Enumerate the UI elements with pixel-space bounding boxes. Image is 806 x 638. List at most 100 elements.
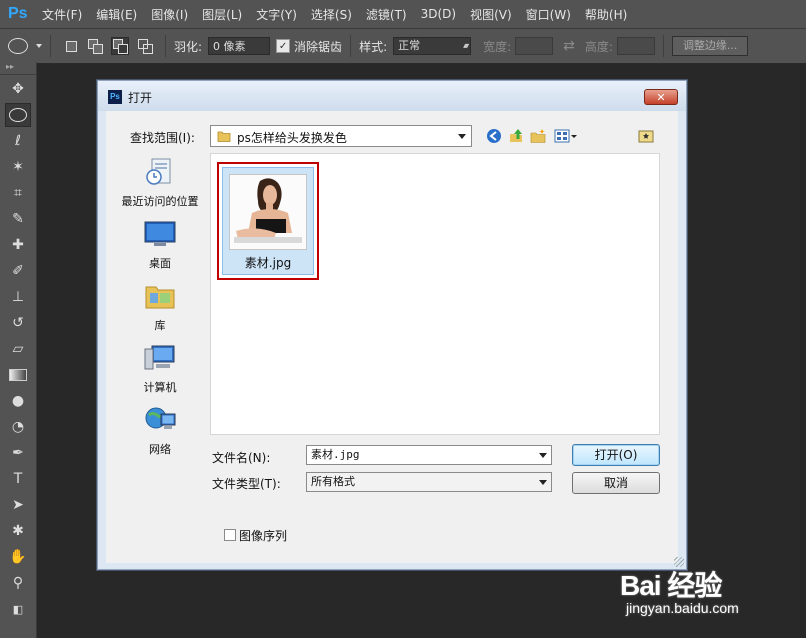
- dialog-close-button[interactable]: ✕: [644, 89, 678, 105]
- portrait-thumbnail-image: [230, 175, 306, 249]
- view-menu-icon[interactable]: [554, 128, 578, 144]
- antialias-label: 消除锯齿: [294, 39, 343, 54]
- place-recent-label: 最近访问的位置: [121, 195, 199, 208]
- subtract-selection-icon-2: [118, 44, 128, 54]
- elliptical-marquee-tool-icon[interactable]: [5, 103, 31, 127]
- place-desktop[interactable]: 桌面: [114, 215, 206, 271]
- menu-filter[interactable]: 滤镜(T): [366, 6, 407, 23]
- eyedropper-tool-icon[interactable]: ✎: [5, 207, 31, 231]
- menu-file[interactable]: 文件(F): [42, 6, 82, 23]
- refine-edge-button[interactable]: 调整边缘...: [671, 36, 749, 56]
- places-bar: 最近访问的位置 桌面 库 计算机 网络: [114, 153, 206, 509]
- baidu-watermark: Bai 经验 jingyan.baidu.com: [620, 560, 800, 630]
- menu-type[interactable]: 文字(Y): [256, 6, 297, 23]
- gradient-tool-icon[interactable]: [5, 363, 31, 387]
- hand-tool-icon[interactable]: ✋: [5, 545, 31, 569]
- dialog-title: 打开: [128, 91, 153, 105]
- dialog-titlebar[interactable]: Ps 打开 ✕: [98, 81, 686, 111]
- color-swatches-icon[interactable]: ◧: [5, 597, 31, 621]
- dodge-tool-icon[interactable]: ◔: [5, 415, 31, 439]
- chevron-down-icon[interactable]: [458, 134, 466, 139]
- file-name-input-value: 素材.jpg: [311, 448, 360, 461]
- file-name-dropdown-icon[interactable]: [539, 453, 547, 458]
- new-selection-icon: [66, 41, 77, 52]
- recent-places-icon: [146, 158, 171, 185]
- height-input[interactable]: [616, 37, 655, 55]
- clone-stamp-tool-icon[interactable]: ⊥: [5, 285, 31, 309]
- add-selection-button[interactable]: [87, 38, 103, 54]
- place-desktop-label: 桌面: [149, 257, 171, 270]
- cancel-button[interactable]: 取消: [572, 472, 660, 494]
- type-tool-icon[interactable]: T: [5, 467, 31, 491]
- add-selection-icon-2: [93, 44, 103, 54]
- new-folder-icon[interactable]: [530, 128, 546, 144]
- menu-3d[interactable]: 3D(D): [421, 7, 456, 21]
- eraser-tool-icon[interactable]: ▱: [5, 337, 31, 361]
- file-list[interactable]: 素材.jpg: [210, 153, 660, 435]
- style-select[interactable]: 正常: [393, 37, 472, 55]
- file-item-highlighted[interactable]: 素材.jpg: [217, 162, 319, 280]
- up-folder-icon[interactable]: [508, 128, 524, 144]
- healing-brush-tool-icon[interactable]: ✚: [5, 233, 31, 257]
- file-type-select[interactable]: 所有格式: [306, 472, 552, 492]
- menu-view[interactable]: 视图(V): [470, 6, 512, 23]
- subtract-selection-button[interactable]: [111, 37, 129, 55]
- place-computer[interactable]: 计算机: [114, 339, 206, 395]
- menu-layer[interactable]: 图层(L): [202, 6, 242, 23]
- menu-help[interactable]: 帮助(H): [585, 6, 627, 23]
- place-library[interactable]: 库: [114, 277, 206, 333]
- menu-bar: Ps 文件(F) 编辑(E) 图像(I) 图层(L) 文字(Y) 选择(S) 滤…: [0, 0, 806, 28]
- feather-input[interactable]: 0 像素: [208, 37, 271, 55]
- zoom-tool-icon[interactable]: ⚲: [5, 571, 31, 595]
- history-brush-tool-icon[interactable]: ↺: [5, 311, 31, 335]
- brush-tool-icon[interactable]: ✐: [5, 259, 31, 283]
- file-type-dropdown-icon[interactable]: [539, 480, 547, 485]
- open-button[interactable]: 打开(O): [572, 444, 660, 466]
- preset-dropdown-arrow-icon[interactable]: [36, 44, 42, 48]
- options-separator-2: [165, 35, 166, 57]
- elliptical-marquee-preset-icon[interactable]: [8, 38, 28, 54]
- look-in-value: ps怎样给头发换发色: [237, 131, 347, 145]
- menu-edit[interactable]: 编辑(E): [96, 6, 137, 23]
- height-label: 高度:: [584, 39, 613, 54]
- options-bar: 羽化: 0 像素 ✓ 消除锯齿 样式: 正常 宽度: ⇄ 高度: 调整边缘...: [0, 28, 806, 64]
- swap-icon[interactable]: ⇄: [563, 38, 575, 54]
- custom-shape-tool-icon[interactable]: ✱: [5, 519, 31, 543]
- menu-image[interactable]: 图像(I): [151, 6, 188, 23]
- toolbox: ▸▸ ✥ ℓ ✶ ⌗ ✎ ✚ ✐ ⊥ ↺ ▱ ● ◔ ✒ T ➤ ✱ ✋ ⚲ ◧: [0, 62, 37, 638]
- place-network[interactable]: 网络: [114, 401, 206, 457]
- width-input[interactable]: [515, 37, 554, 55]
- path-selection-tool-icon[interactable]: ➤: [5, 493, 31, 517]
- new-selection-button[interactable]: [63, 38, 79, 54]
- menu-select[interactable]: 选择(S): [311, 6, 352, 23]
- open-file-dialog: Ps 打开 ✕ 查找范围(I): ps怎样给头发换发色 最近访问的位置 桌面 库…: [97, 80, 687, 570]
- file-thumbnail: [229, 174, 307, 250]
- pen-tool-icon[interactable]: ✒: [5, 441, 31, 465]
- toolbox-grip-icon[interactable]: ▸▸: [0, 62, 36, 75]
- crop-tool-icon[interactable]: ⌗: [5, 181, 31, 205]
- computer-icon: [144, 345, 175, 370]
- look-in-combo[interactable]: ps怎样给头发换发色: [210, 125, 472, 147]
- file-item-selection[interactable]: 素材.jpg: [222, 167, 314, 275]
- place-network-label: 网络: [149, 443, 171, 456]
- network-icon: [145, 407, 176, 429]
- lasso-tool-icon[interactable]: ℓ: [5, 129, 31, 153]
- back-icon[interactable]: [486, 128, 502, 144]
- blur-tool-icon[interactable]: ●: [5, 389, 31, 413]
- desktop-icon: [144, 221, 176, 246]
- bridge-folder-icon[interactable]: [638, 128, 654, 144]
- menu-window[interactable]: 窗口(W): [526, 6, 571, 23]
- watermark-url: jingyan.baidu.com: [626, 600, 739, 616]
- file-type-field-label: 文件类型(T):: [212, 477, 281, 491]
- folder-icon: [217, 131, 231, 142]
- dialog-body: 查找范围(I): ps怎样给头发换发色 最近访问的位置 桌面 库 计算机 网络 …: [106, 111, 678, 563]
- move-tool-icon[interactable]: ✥: [5, 77, 31, 101]
- image-sequence-checkbox[interactable]: [224, 529, 236, 541]
- antialias-checkbox[interactable]: ✓: [276, 39, 291, 53]
- file-name-input[interactable]: 素材.jpg: [306, 445, 552, 465]
- intersect-selection-button[interactable]: [137, 38, 153, 54]
- style-label: 样式:: [359, 39, 388, 54]
- file-name-field-label: 文件名(N):: [212, 451, 271, 465]
- place-recent[interactable]: 最近访问的位置: [114, 153, 206, 209]
- magic-wand-tool-icon[interactable]: ✶: [5, 155, 31, 179]
